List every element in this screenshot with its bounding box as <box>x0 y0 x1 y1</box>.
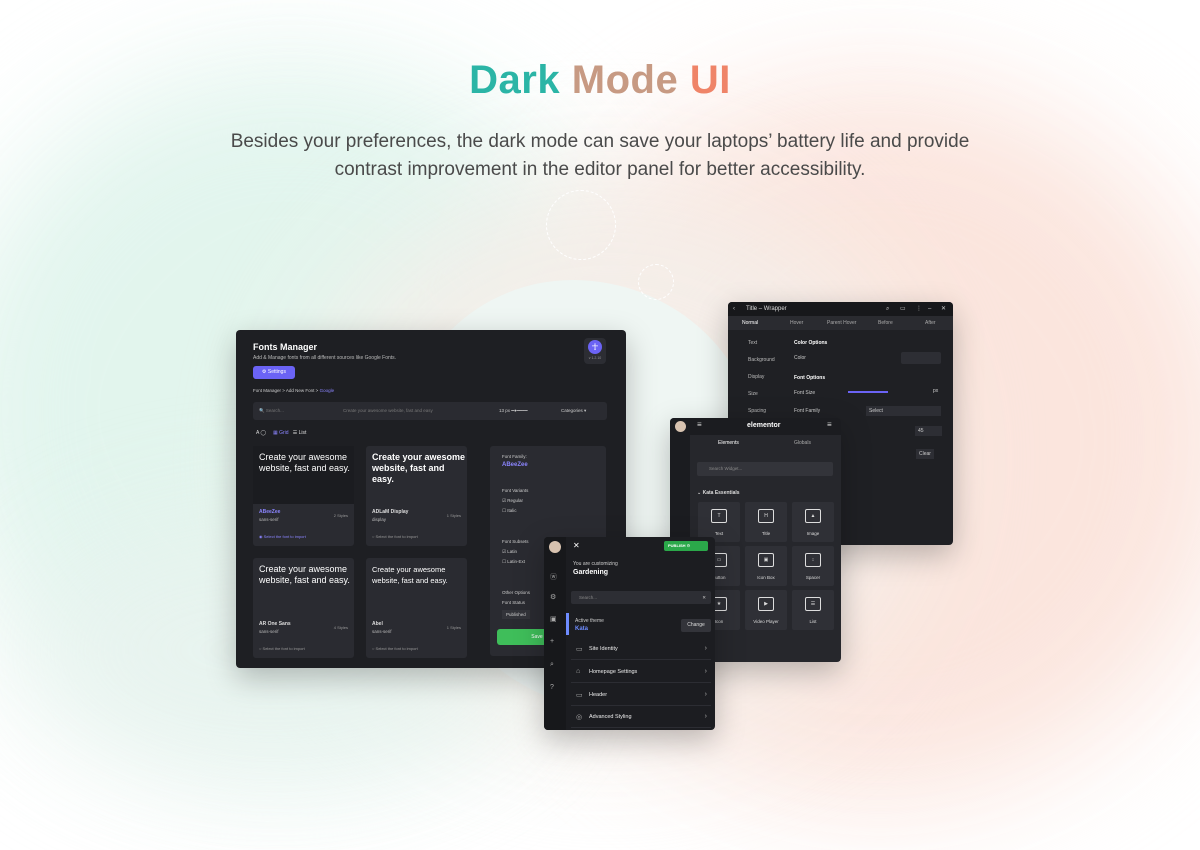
widget-text[interactable]: T Text <box>698 502 740 542</box>
active-indicator <box>566 613 569 635</box>
theme-name: Kata <box>575 626 589 632</box>
more-icon[interactable]: ⋮ <box>916 302 922 316</box>
search-icon[interactable]: ⌕ <box>886 302 889 316</box>
desktop-icon[interactable]: ▭ <box>900 302 906 316</box>
palette-icon: ◎ <box>576 714 583 721</box>
tab-normal[interactable]: Normal <box>742 320 758 326</box>
menu-site-identity[interactable]: ▭ Site Identity › <box>571 640 711 660</box>
widget-video-player[interactable]: ▶ Video Player <box>745 590 787 630</box>
clear-icon: ✕ <box>702 595 706 600</box>
select-font-checkbox[interactable]: ◉ Select the font to import <box>259 534 306 539</box>
avatar[interactable] <box>675 421 686 432</box>
plus-icon[interactable]: + <box>550 638 554 645</box>
decorative-circle <box>638 264 674 300</box>
settings-button[interactable]: ⚙ Settings <box>253 366 295 379</box>
tab-elements[interactable]: Elements <box>718 440 739 446</box>
close-icon[interactable]: ✕ <box>941 302 946 316</box>
view-toggle[interactable]: A ◯ ▦ Grid ☰ List <box>256 430 306 436</box>
subset-latin-checkbox[interactable]: ☑ Latin <box>502 549 517 555</box>
menu-advanced-styling[interactable]: ◎ Advanced Styling › <box>571 708 711 728</box>
widget-title[interactable]: H Title <box>745 502 787 542</box>
search-icon[interactable]: ⌕ <box>550 661 554 669</box>
widget-icon-box[interactable]: ▣ Icon Box <box>745 546 787 586</box>
menu-icon[interactable]: ≡ <box>697 420 702 429</box>
widget-spacer[interactable]: ↕ Spacer <box>792 546 834 586</box>
wordpress-icon[interactable]: ⓦ <box>550 572 557 582</box>
customizer-panel: ⓦ ⚙ ▣ + ⌕ ? ✕ PUBLISH ⚙ You are customiz… <box>544 537 715 730</box>
page-title: Dark Mode UI <box>469 58 731 102</box>
fonts-manager-title: Fonts Manager <box>253 342 318 352</box>
chevron-right-icon: › <box>704 691 707 698</box>
tab-globals[interactable]: Globals <box>794 440 811 446</box>
back-icon[interactable]: ‹ <box>733 302 735 316</box>
kata-icon[interactable]: ▣ <box>550 615 557 623</box>
style-panel-titlebar: ‹ Title – Wrapper ⌕ ▭ ⋮ – ✕ <box>728 302 953 316</box>
decorative-circle <box>546 190 616 260</box>
menu-header[interactable]: ▭ Header › <box>571 686 711 706</box>
state-tabs: Normal Hover Parent Hover Before After <box>728 316 953 330</box>
menu-homepage-settings[interactable]: ⌂ Homepage Settings › <box>571 663 711 683</box>
select-font-checkbox[interactable]: ○ Select the font to import <box>372 534 418 539</box>
search-input[interactable]: 🔍 Search... <box>259 406 331 416</box>
customizer-search-input[interactable]: Search... ✕ <box>571 591 711 604</box>
subset-latin-ext-checkbox[interactable]: ☐ Latin-Ext <box>502 559 525 565</box>
font-card[interactable]: Create your awesome website, fast and ea… <box>253 558 354 658</box>
accessibility-icon: ☥ <box>588 340 602 354</box>
size-slider[interactable]: 13 px ━●━━━━ <box>499 406 559 416</box>
widget-search-input[interactable]: Search Widget... <box>697 462 833 476</box>
fonts-manager-description: Add & Manage fonts from all different so… <box>253 355 397 361</box>
widget-list[interactable]: ☰ List <box>792 590 834 630</box>
page-subtitle: Besides your preferences, the dark mode … <box>230 131 970 180</box>
select-font-checkbox[interactable]: ○ Select the font to import <box>259 646 305 651</box>
tab-before[interactable]: Before <box>878 320 893 326</box>
font-card[interactable]: Create your awesome website, fast and ea… <box>253 446 354 546</box>
grid-icon[interactable]: ≡ <box>827 420 832 429</box>
nav-background[interactable]: Background <box>748 357 775 363</box>
font-status-select[interactable]: Published <box>502 610 530 619</box>
variant-italic-checkbox[interactable]: ☐ Italic <box>502 508 517 514</box>
kata-logo: ☥ v 1.2.10 <box>584 338 606 364</box>
widget-image[interactable]: ▲ Image <box>792 502 834 542</box>
customizer-sidebar: ⓦ ⚙ ▣ + ⌕ ? <box>544 537 566 730</box>
chevron-right-icon: › <box>704 645 707 652</box>
active-theme-label: Active theme <box>575 618 604 624</box>
minimize-icon[interactable]: – <box>928 302 931 316</box>
color-picker[interactable] <box>901 352 941 364</box>
tab-parent-hover[interactable]: Parent Hover <box>827 320 856 326</box>
font-size-slider[interactable] <box>848 391 888 393</box>
nav-display[interactable]: Display <box>748 374 764 380</box>
change-theme-button[interactable]: Change <box>681 619 711 632</box>
breadcrumb: Font Manager > Add New Font > Google <box>253 388 335 393</box>
chevron-right-icon: › <box>704 713 707 720</box>
select-font-checkbox[interactable]: ○ Select the font to import <box>372 646 418 651</box>
font-card[interactable]: Create your awesome website, fast and ea… <box>366 446 467 546</box>
site-name: Gardening <box>573 569 609 576</box>
window-icon: ▭ <box>576 646 583 653</box>
nav-spacing[interactable]: Spacing <box>748 408 766 414</box>
nav-text[interactable]: Text <box>748 340 757 346</box>
elementor-tabs: Elements Globals <box>690 435 841 451</box>
preview-text-input[interactable]: Create your awesome website, fast and ea… <box>343 406 483 416</box>
tab-after[interactable]: After <box>925 320 936 326</box>
window-icon: ▭ <box>576 692 583 699</box>
nav-size[interactable]: Size <box>748 391 758 397</box>
avatar[interactable] <box>549 541 561 553</box>
chevron-right-icon: › <box>704 668 707 675</box>
section-title: ⌄ Kata Essentials <box>697 490 740 496</box>
close-icon[interactable]: ✕ <box>573 541 580 550</box>
variant-regular-checkbox[interactable]: ☑ Regular <box>502 498 523 504</box>
help-icon[interactable]: ? <box>550 684 554 691</box>
publish-button[interactable]: PUBLISH ⚙ <box>664 541 708 551</box>
tab-hover[interactable]: Hover <box>790 320 803 326</box>
customizing-label: You are customizing <box>573 561 618 567</box>
gear-icon[interactable]: ⚙ <box>550 593 556 601</box>
filter-bar: 🔍 Search... Create your awesome website,… <box>253 402 607 420</box>
font-family-select[interactable]: Select <box>866 406 941 416</box>
categories-dropdown[interactable]: Categories ▾ <box>561 406 605 416</box>
font-card[interactable]: Create your awesome website, fast and ea… <box>366 558 467 658</box>
elementor-logo: elementor <box>747 422 781 429</box>
value-input[interactable]: 45 <box>915 426 942 436</box>
home-icon: ⌂ <box>576 668 581 675</box>
clear-button[interactable]: Clear <box>916 449 934 459</box>
